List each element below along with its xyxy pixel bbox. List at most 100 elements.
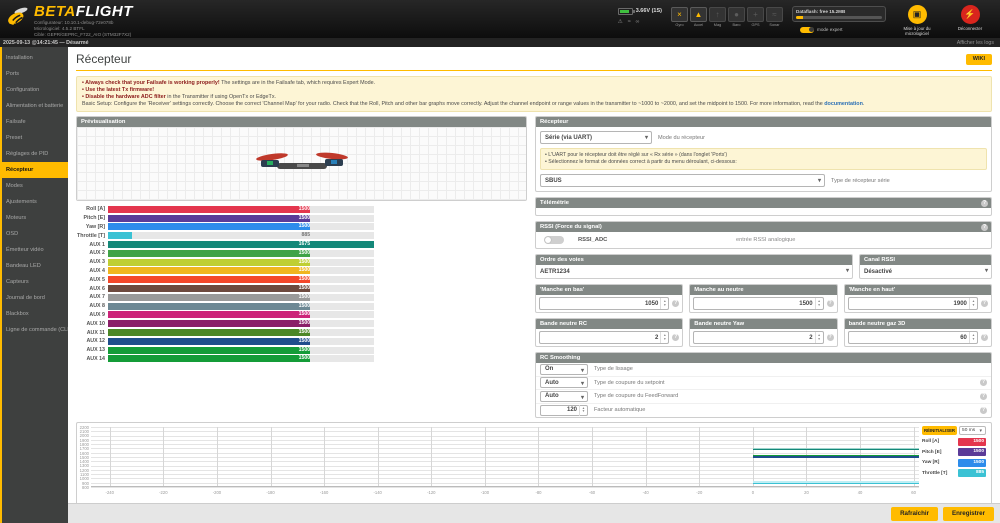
sidebar-item-blackbox[interactable]: Blackbox bbox=[0, 306, 68, 322]
legend-row: Pitch [E]1500 bbox=[922, 448, 986, 456]
channel-row: AUX 141500 bbox=[76, 355, 527, 364]
sidebar-item-bandeau-led[interactable]: Bandeau LED bbox=[0, 258, 68, 274]
stepper-arrows-icon[interactable]: ▲▼ bbox=[815, 332, 823, 343]
channel-row: AUX 91500 bbox=[76, 311, 527, 320]
stepper-arrows-icon[interactable]: ▲▼ bbox=[815, 298, 823, 309]
gridline-h bbox=[91, 478, 919, 479]
setpoint-cutoff-select[interactable]: Auto ▾ bbox=[540, 377, 588, 388]
legend-value: 1500 bbox=[958, 459, 986, 467]
stepper-arrows-icon[interactable]: ▲▼ bbox=[969, 298, 977, 309]
expert-mode-toggle[interactable] bbox=[800, 27, 814, 33]
gridline-v bbox=[538, 427, 539, 486]
channel-meter: 1500 bbox=[108, 250, 374, 257]
stick-center-input[interactable]: 1500 ▲▼ bbox=[693, 297, 823, 310]
auto-factor-input[interactable]: 120 ▲▼ bbox=[540, 405, 588, 416]
wiki-button[interactable]: WIKI bbox=[966, 54, 992, 65]
y-axis-label: 1700 bbox=[77, 446, 89, 451]
sidebar-item-preset[interactable]: Preset bbox=[0, 130, 68, 146]
show-logs-link[interactable]: Afficher les logs bbox=[957, 40, 994, 46]
channel-value: 1500 bbox=[299, 338, 311, 345]
help-icon: ? bbox=[980, 407, 987, 414]
sidebar-item-modes[interactable]: Modes bbox=[0, 178, 68, 194]
feedforward-cutoff-select[interactable]: Auto ▾ bbox=[540, 391, 588, 402]
firmware-update-button[interactable]: ▣ Mise à jour du micrologiciel bbox=[895, 5, 939, 36]
rssi-channel-select[interactable]: Désactivé ▾ bbox=[860, 265, 991, 278]
channel-value: 1500 bbox=[299, 347, 311, 354]
channel-fill bbox=[108, 250, 310, 257]
gridline-v bbox=[485, 427, 486, 486]
sidebar-item-ports[interactable]: Ports bbox=[0, 66, 68, 82]
sidebar-item-installation[interactable]: Installation bbox=[0, 50, 68, 66]
channel-label: AUX 9 bbox=[76, 312, 105, 318]
y-axis-label: 1400 bbox=[77, 459, 89, 464]
sidebar-item-failsafe[interactable]: Failsafe bbox=[0, 114, 68, 130]
note-line: • Disable the hardware ADC filter in the… bbox=[82, 94, 986, 101]
channel-row: Throttle [T]885 bbox=[76, 231, 527, 240]
channel-label: AUX 4 bbox=[76, 268, 105, 274]
sidebar-item-r-glages-de-pid[interactable]: Réglages de PID bbox=[0, 146, 68, 162]
channel-fill bbox=[108, 355, 310, 362]
gridline-h bbox=[91, 427, 919, 428]
channel-fill bbox=[108, 259, 310, 266]
x-axis-label: -100 bbox=[477, 490, 493, 495]
save-button[interactable]: Enregistrer bbox=[943, 507, 994, 521]
stepper-arrows-icon[interactable]: ▲▼ bbox=[660, 298, 668, 309]
deadband-3d-panel: bande neutre gaz 3D 60 ▲▼ ? bbox=[844, 318, 992, 347]
deadband-yaw-title: Bande neutre Yaw bbox=[690, 319, 836, 329]
stick-high-input[interactable]: 1900 ▲▼ bbox=[848, 297, 978, 310]
channel-meter: 1500 bbox=[108, 320, 374, 327]
sidebar-item-journal-de-bord[interactable]: Journal de bord bbox=[0, 290, 68, 306]
stick-center-panel: Manche au neutre 1500 ▲▼ ? bbox=[689, 284, 837, 313]
sidebar-item-configuration[interactable]: Configuration bbox=[0, 82, 68, 98]
sidebar-item-osd[interactable]: OSD bbox=[0, 226, 68, 242]
x-axis-label: -20 bbox=[691, 490, 707, 495]
channel-label: Throttle [T] bbox=[76, 233, 105, 239]
smoothing-type-select[interactable]: On ▾ bbox=[540, 364, 588, 375]
stick-low-input[interactable]: 1050 ▲▼ bbox=[539, 297, 669, 310]
x-axis-label: -40 bbox=[638, 490, 654, 495]
sidebar-item-capteurs[interactable]: Capteurs bbox=[0, 274, 68, 290]
dataflash-label: Dataflash: free 15.2MB bbox=[796, 9, 882, 14]
sidebar-item-r-cepteur[interactable]: Récepteur bbox=[0, 162, 68, 178]
channel-map-select[interactable]: AETR1234 ▾ bbox=[536, 265, 852, 278]
deadband-rc-input[interactable]: 2 ▲▼ bbox=[539, 331, 669, 344]
y-axis-label: 2100 bbox=[77, 429, 89, 434]
stepper-arrows-icon[interactable]: ▲▼ bbox=[969, 332, 977, 343]
content-toolbar: Rafraîchir Enregistrer bbox=[68, 503, 1000, 523]
main-area: Récepteur WIKI • Always check that your … bbox=[68, 47, 1000, 523]
battery-voltage: 3.66V (1S) bbox=[636, 8, 662, 14]
stepper-arrows-icon[interactable]: ▲▼ bbox=[579, 405, 587, 416]
deadband-3d-input[interactable]: 60 ▲▼ bbox=[848, 331, 978, 344]
sidebar-item-moteurs[interactable]: Moteurs bbox=[0, 210, 68, 226]
receiver-mode-select[interactable]: Série (via UART) ▾ bbox=[540, 131, 652, 144]
y-axis-label: 1600 bbox=[77, 451, 89, 456]
serial-provider-select[interactable]: SBUS ▾ bbox=[540, 174, 825, 187]
sidebar-item-ligne-de-commande-cli-[interactable]: Ligne de commande (CLI) bbox=[0, 322, 68, 338]
disconnect-button[interactable]: ⚡ Déconnecter bbox=[948, 5, 992, 31]
chart-reset-button[interactable]: RÉINITIALISER bbox=[922, 426, 957, 435]
sensor-baro: ●Baro bbox=[728, 7, 745, 28]
deadband-yaw-panel: Bande neutre Yaw 2 ▲▼ ? bbox=[689, 318, 837, 347]
sidebar-item--metteur-vid-o[interactable]: Émetteur vidéo bbox=[0, 242, 68, 258]
documentation-link[interactable]: documentation bbox=[824, 101, 863, 107]
refresh-button[interactable]: Rafraîchir bbox=[891, 507, 938, 521]
gridline-h bbox=[91, 444, 919, 445]
note-line: • Always check that your Failsafe is wor… bbox=[82, 80, 986, 87]
y-axis-label: 1300 bbox=[77, 463, 89, 468]
sidebar-item-alimentation-et-batterie[interactable]: Alimentation et batterie bbox=[0, 98, 68, 114]
rssi-adc-toggle[interactable] bbox=[544, 236, 564, 244]
channel-map-value: AETR1234 bbox=[540, 269, 570, 275]
gridline-v bbox=[163, 427, 164, 486]
model-preview[interactable] bbox=[77, 127, 526, 200]
refresh-rate-select[interactable]: 50 ms ▾ bbox=[959, 426, 986, 435]
gridline-h bbox=[91, 466, 919, 467]
channel-row: AUX 41500 bbox=[76, 267, 527, 276]
channel-value: 1500 bbox=[299, 206, 311, 213]
deadband-yaw-input[interactable]: 2 ▲▼ bbox=[693, 331, 823, 344]
x-axis-label: -240 bbox=[102, 490, 118, 495]
sidebar-item-ajustements[interactable]: Ajustements bbox=[0, 194, 68, 210]
channel-meter: 1500 bbox=[108, 267, 374, 274]
uart-note: • L'UART pour le récepteur doit être rég… bbox=[540, 148, 987, 170]
stepper-arrows-icon[interactable]: ▲▼ bbox=[660, 332, 668, 343]
serial-provider-label: Type de récepteur série bbox=[831, 178, 890, 184]
